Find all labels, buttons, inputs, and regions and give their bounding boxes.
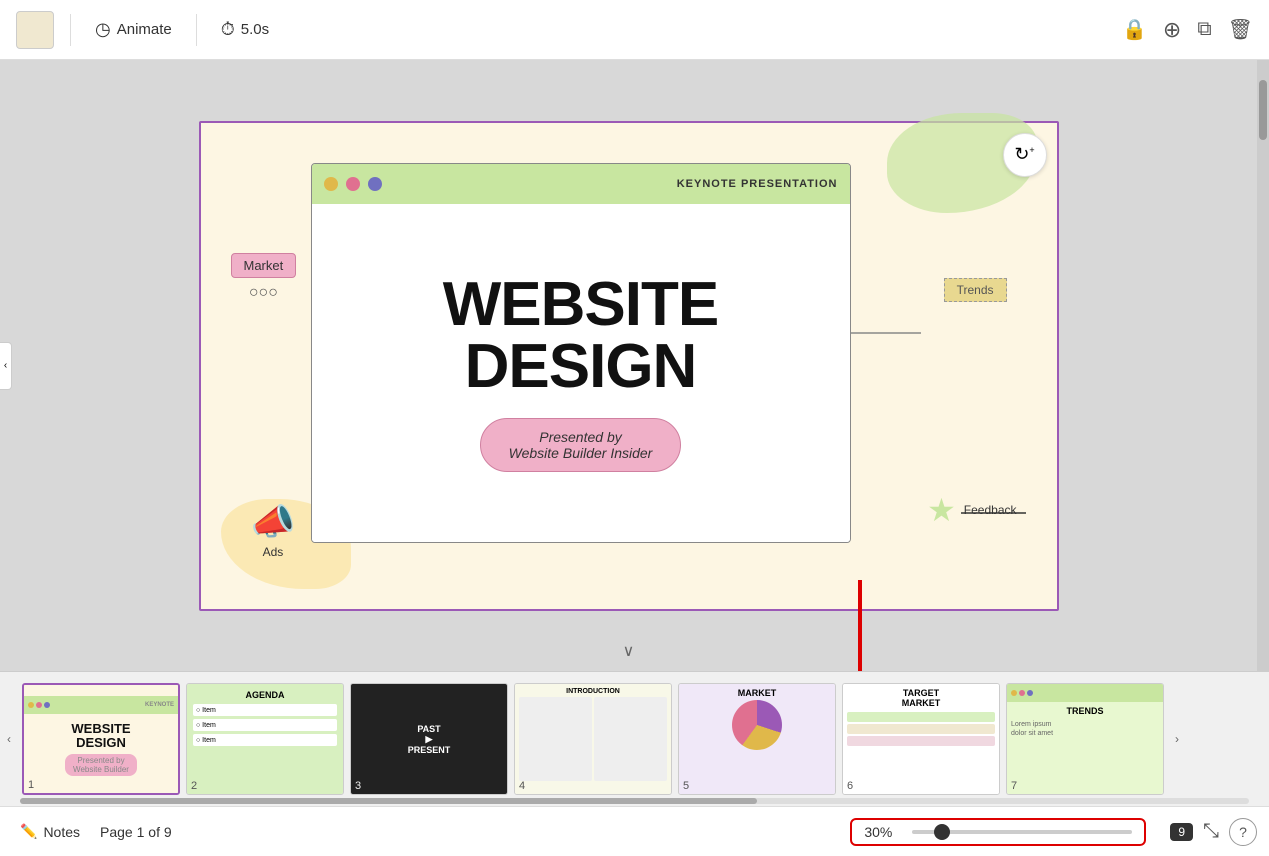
thumb-7-title: TRENDS	[1011, 706, 1159, 716]
question-icon: ?	[1239, 824, 1247, 840]
feedback-label: Feedback	[964, 503, 1017, 517]
help-button[interactable]: ?	[1229, 818, 1257, 846]
slide-canvas[interactable]: Market ○○○ 📣 Ads Trends ★ Feedback	[199, 121, 1059, 611]
pencil-icon: ✏️	[20, 823, 37, 840]
dot-purple	[368, 177, 382, 191]
ads-annotation: 📣 Ads	[251, 501, 296, 559]
refresh-icon: ↻+	[1014, 144, 1034, 165]
thumb-3-number: 3	[355, 780, 361, 792]
notes-label: Notes	[43, 824, 80, 840]
thumb-2-title: AGENDA	[193, 690, 337, 700]
status-right: 9 ⤡ ?	[1170, 818, 1257, 846]
collapse-chevron[interactable]: ∨	[623, 641, 635, 661]
animate-button[interactable]: ◷ Animate	[87, 15, 180, 44]
thumb-1-number: 1	[28, 779, 34, 791]
feedback-annotation: ★ Feedback	[927, 491, 1016, 529]
thumb-scrollbar-thumb	[20, 798, 757, 804]
thumb-7-number: 7	[1011, 780, 1017, 792]
duration-label: 5.0s	[241, 21, 269, 38]
ads-label: Ads	[251, 545, 296, 559]
market-badge: Market	[231, 253, 297, 278]
thumbnail-list: KEYNOTE WEBSITEDESIGN Presented byWebsit…	[18, 683, 1168, 795]
expand-button[interactable]: ⤡	[1203, 820, 1219, 843]
thumbnail-2[interactable]: AGENDA ○ Item ○ Item ○ Item 2	[186, 683, 344, 795]
megaphone-icon: 📣	[251, 501, 296, 543]
chevron-down-icon: ∨	[623, 643, 635, 660]
thumbnail-4[interactable]: INTRODUCTION 4	[514, 683, 672, 795]
slide-thumbnail-small	[16, 11, 54, 49]
trash-icon: 🗑	[1228, 19, 1253, 41]
right-scrollbar[interactable]	[1257, 60, 1269, 671]
thumbnail-6[interactable]: TARGETMARKET 6	[842, 683, 1000, 795]
zoom-label: 30%	[864, 824, 904, 840]
lock-icon: 🔒	[1122, 19, 1147, 41]
thumb-5-title: MARKET	[683, 688, 831, 698]
clock-icon: ⏱	[221, 19, 235, 40]
thumb-2-number: 2	[191, 780, 197, 792]
expand-icon: ⤡	[1203, 820, 1219, 842]
thumb-5-number: 5	[683, 780, 689, 792]
slide-main-title: WEBSITE DESIGN	[443, 274, 718, 398]
slide-inner-body: WEBSITE DESIGN Presented byWebsite Build…	[312, 204, 850, 542]
duplicate-icon: ⧉	[1197, 18, 1211, 40]
star-icon: ★	[927, 491, 956, 529]
add-slide-button[interactable]: ⊕	[1163, 17, 1181, 43]
left-panel-toggle[interactable]: ‹	[0, 342, 12, 390]
lock-button[interactable]: 🔒	[1122, 17, 1147, 42]
scrollbar-thumb-vertical	[1259, 80, 1267, 140]
market-annotation: Market ○○○	[231, 253, 297, 302]
thumb-6-title: TARGETMARKET	[847, 688, 995, 708]
thumbnail-strip: ‹ KEYNOTE WEBSITEDESIGN Presented byWebs…	[0, 671, 1269, 806]
thumbnail-5[interactable]: MARKET 5	[678, 683, 836, 795]
pages-badge[interactable]: 9	[1170, 823, 1193, 841]
notes-button[interactable]: ✏️ Notes	[12, 819, 88, 844]
refresh-button[interactable]: ↻+	[1003, 133, 1047, 177]
subtitle-badge: Presented byWebsite Builder Insider	[480, 418, 682, 472]
thumb-4-number: 4	[519, 780, 525, 792]
thumbnail-1[interactable]: KEYNOTE WEBSITEDESIGN Presented byWebsit…	[22, 683, 180, 795]
divider	[70, 14, 71, 46]
animate-label: Animate	[117, 21, 172, 38]
toolbar-right: 🔒 ⊕ ⧉ 🗑	[1122, 17, 1253, 43]
thumb-3-label: PAST▶PRESENT	[408, 724, 451, 755]
toolbar: ◷ Animate ⏱ 5.0s 🔒 ⊕ ⧉ 🗑	[0, 0, 1269, 60]
add-icon: ⊕	[1163, 17, 1181, 42]
duration-button[interactable]: ⏱ 5.0s	[213, 15, 277, 44]
zoom-container: 30%	[850, 818, 1146, 846]
canvas-area: Market ○○○ 📣 Ads Trends ★ Feedback	[0, 60, 1257, 671]
delete-button[interactable]: 🗑	[1228, 17, 1253, 42]
slide-inner: KEYNOTE PRESENTATION WEBSITE DESIGN Pres…	[311, 163, 851, 543]
thumb-scroll-left[interactable]: ‹	[0, 678, 18, 800]
page-info: Page 1 of 9	[100, 824, 172, 840]
animate-icon: ◷	[95, 19, 111, 40]
dot-pink	[346, 177, 360, 191]
thumb-4-title: INTRODUCTION	[519, 688, 667, 695]
thumbnail-3[interactable]: PAST▶PRESENT 3	[350, 683, 508, 795]
trends-annotation: Trends	[944, 278, 1007, 302]
dot-yellow	[324, 177, 338, 191]
main-area: ‹ Market	[0, 60, 1269, 671]
status-bar: ✏️ Notes Page 1 of 9 30% 9 ⤡ ?	[0, 806, 1269, 856]
divider2	[196, 14, 197, 46]
slide-inner-header: KEYNOTE PRESENTATION	[312, 164, 850, 204]
thumb-6-number: 6	[847, 780, 853, 792]
keynote-label: KEYNOTE PRESENTATION	[677, 178, 838, 190]
thumb-1-header: KEYNOTE	[24, 696, 178, 714]
trends-badge: Trends	[944, 278, 1007, 302]
market-dots: ○○○	[231, 284, 297, 302]
chevron-left-icon: ‹	[4, 360, 7, 371]
duplicate-button[interactable]: ⧉	[1197, 18, 1211, 41]
thumbnail-7[interactable]: TRENDS Lorem ipsumdolor sit amet 7	[1006, 683, 1164, 795]
zoom-slider[interactable]	[912, 830, 1132, 834]
thumb-scroll-right[interactable]: ›	[1168, 678, 1186, 800]
